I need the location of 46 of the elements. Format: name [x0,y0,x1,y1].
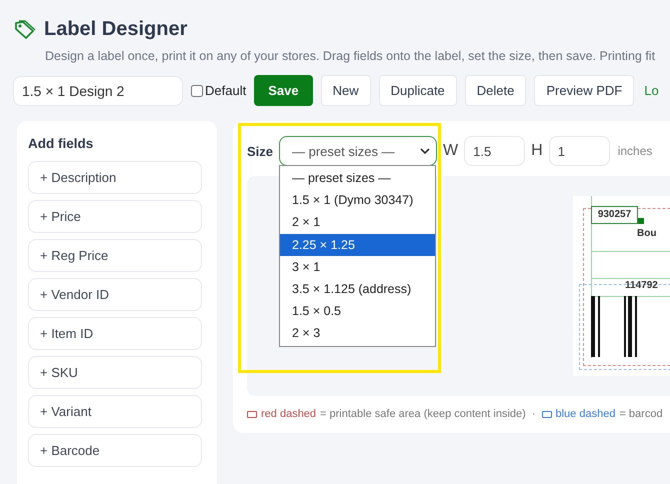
add-field-button[interactable]: + Description [28,161,202,194]
dropdown-option[interactable]: — preset sizes — [280,167,435,190]
legend-label: blue dashed [556,408,616,420]
size-label: Size [247,144,274,158]
toolbar-button[interactable]: Duplicate [378,75,457,106]
legend-text: = printable safe area (keep content inside) [320,408,526,420]
default-label: Default [205,83,246,98]
unit-label: inches [618,144,652,158]
page-title: Label Designer [44,18,188,41]
dropdown-option[interactable]: 2 × 3 [280,322,435,344]
add-field-button[interactable]: + Barcode [28,434,202,467]
default-checkbox[interactable] [191,84,203,96]
barcode-drawing [591,296,637,357]
width-field[interactable]: 1.5 [464,136,526,166]
dropdown-option[interactable]: 3 × 1 [280,256,435,278]
dropdown-option[interactable]: 2 × 1 [280,211,435,234]
page-description: Design a label once, print it on any of your stores. Drag fields onto the label, set the size, then save. Printing fit [45,49,656,63]
label-field[interactable]: 114792 [625,279,658,293]
add-field-button[interactable]: + Price [28,200,202,233]
tag-icon [14,20,36,40]
legend-label: red dashed [261,408,316,420]
design-name-field[interactable]: 1.5 × 1 Design 2 [13,76,183,106]
height-field[interactable]: 1 [548,136,610,166]
add-field-button[interactable]: + Item ID [28,317,202,350]
dropdown-option[interactable]: 3.5 × 1.125 (address) [280,278,435,300]
label-field[interactable]: 930257 [591,206,638,224]
legend-separator: · [532,408,536,420]
toolbar-button[interactable]: Preview PDF [534,75,634,106]
add-field-button[interactable]: + SKU [28,356,202,389]
width-label: W [443,142,458,160]
add-field-button[interactable]: + Reg Price [28,239,202,272]
toolbar-button[interactable]: New [320,75,371,106]
height-label: H [531,142,543,160]
chevron-icon [420,148,430,154]
save-button[interactable]: Save [254,75,313,106]
legend-text: = barcod [619,408,663,420]
add-field-button[interactable]: + Variant [28,395,202,428]
label-field[interactable]: Bou [637,227,656,241]
add-field-button[interactable]: + Vendor ID [28,278,202,311]
dropdown-option[interactable]: 1.5 × 0.5 [280,300,435,322]
dropdown-option[interactable]: 1.5 × 1 (Dymo 30347) [280,189,435,212]
toolbar-link[interactable]: Lo [644,83,659,98]
panel-title: Add fields [28,136,94,151]
resize-handle[interactable] [638,218,644,224]
dropdown-option[interactable]: 2.25 × 1.25 [280,234,435,256]
toolbar-button[interactable]: Delete [464,75,526,106]
